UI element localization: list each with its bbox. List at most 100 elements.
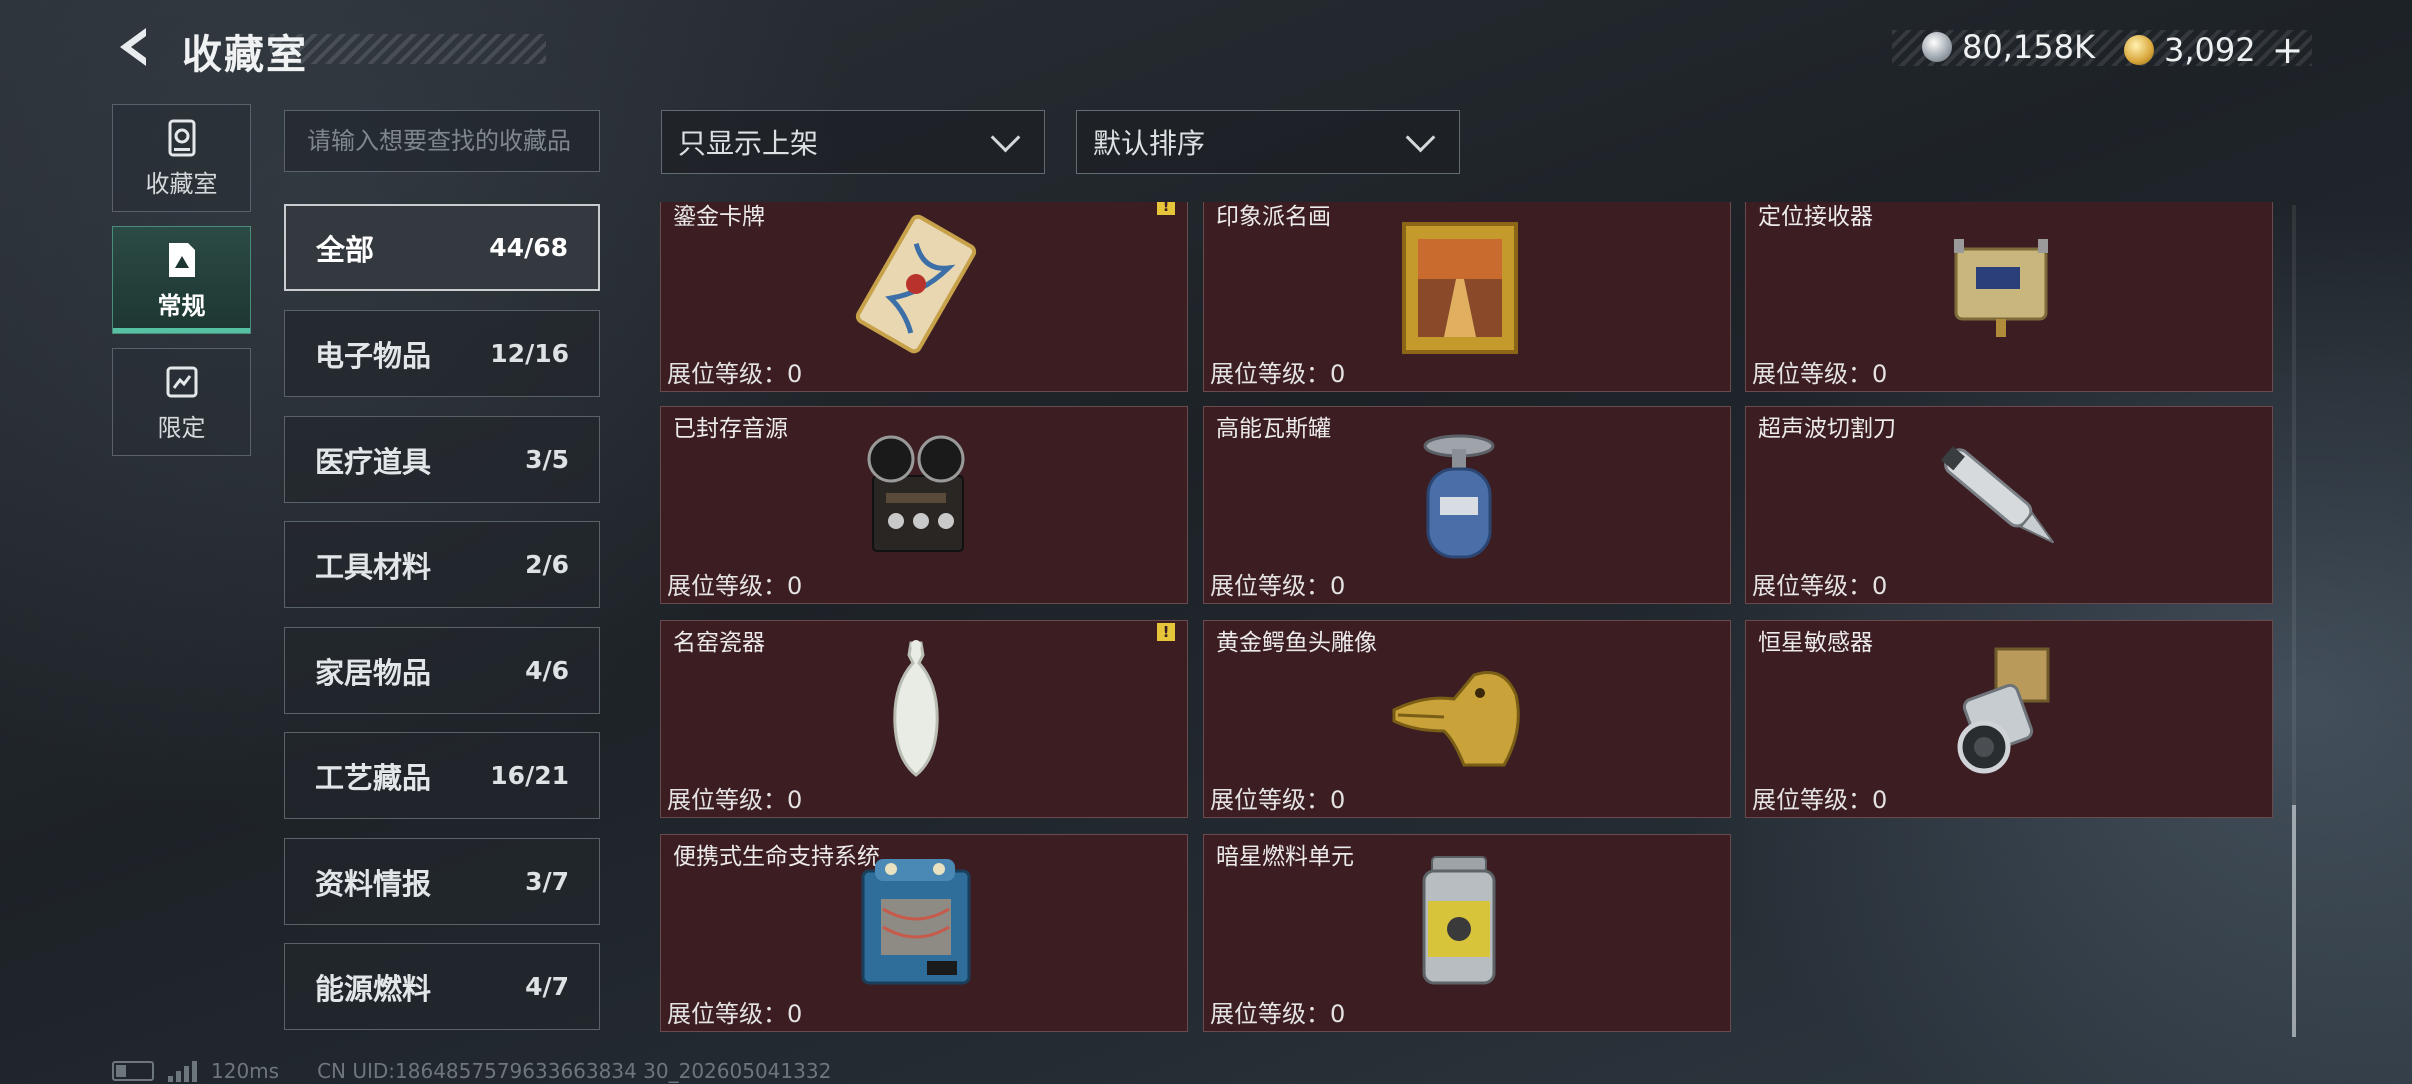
chevron-down-icon — [1405, 122, 1436, 152]
scrollbar-thumb[interactable] — [2292, 805, 2296, 1037]
nav-vault[interactable]: 收藏室 — [112, 104, 251, 212]
search-input[interactable] — [284, 110, 600, 172]
gilded-card-icon — [855, 214, 977, 354]
signal-icon — [168, 1060, 197, 1082]
booth-level: 展位等级：0 — [1210, 1000, 1346, 1028]
status-footer: 120ms CN UID:1864857579633663834 30_2026… — [112, 1058, 831, 1084]
subcategory-count: 3/7 — [525, 867, 569, 896]
title-decoration — [270, 34, 546, 64]
item-name: 定位接收器 — [1758, 204, 1873, 230]
dropdown-value: 默认排序 — [1093, 127, 1206, 160]
subcategory-intel[interactable]: 资料情报 3/7 — [284, 838, 600, 925]
silver-currency: 80,158K — [1922, 28, 2095, 66]
subcategory-electronics[interactable]: 电子物品 12/16 — [284, 310, 600, 397]
booth-level: 展位等级：0 — [667, 572, 803, 600]
fuel-cell-icon — [1422, 856, 1496, 985]
positioning-receiver-icon — [1954, 239, 2048, 337]
sort-order-dropdown[interactable]: 默认排序 — [1076, 110, 1460, 174]
item-name: 高能瓦斯罐 — [1216, 416, 1331, 442]
subcategory-energy[interactable]: 能源燃料 4/7 — [284, 943, 600, 1030]
item-card[interactable]: 定位接收器 展位等级：0 — [1745, 202, 2273, 392]
shelf-filter-dropdown[interactable]: 只显示上架 — [661, 110, 1045, 174]
subcategory-count: 3/5 — [525, 445, 569, 474]
subcategory-name: 医疗道具 — [315, 444, 432, 479]
subcategory-count: 2/6 — [525, 550, 569, 579]
chevron-down-icon — [990, 122, 1021, 152]
booth-level: 展位等级：0 — [1752, 786, 1888, 814]
subcategory-name: 资料情报 — [315, 866, 432, 901]
gold-coin-icon — [2124, 35, 2154, 65]
item-name: 鎏金卡牌 — [673, 204, 765, 230]
silver-coin-icon — [1922, 32, 1952, 62]
booth-level: 展位等级：0 — [1752, 572, 1888, 600]
header-bar: 收藏室 80,158K 3,092 + — [0, 0, 2412, 100]
add-currency-button[interactable]: + — [2272, 28, 2304, 72]
item-card[interactable]: 黄金鳄鱼头雕像 展位等级：0 — [1203, 620, 1731, 818]
battery-icon — [112, 1061, 154, 1081]
subcategory-medical[interactable]: 医疗道具 3/5 — [284, 416, 600, 503]
subcategory-count: 44/68 — [489, 233, 568, 262]
item-name: 超声波切割刀 — [1758, 416, 1896, 442]
nav-label: 收藏室 — [145, 169, 218, 198]
framed-painting-icon — [1402, 222, 1518, 354]
subcategory-count: 4/7 — [525, 972, 569, 1001]
booth-level: 展位等级：0 — [667, 786, 803, 814]
subcategory-count: 16/21 — [490, 761, 569, 790]
nav-limited[interactable]: 限定 — [112, 348, 251, 456]
item-card[interactable]: 已封存音源 展位等级：0 — [660, 406, 1188, 604]
porcelain-vase-icon — [893, 640, 939, 777]
nav-label: 常规 — [157, 291, 206, 320]
subcategory-crafts[interactable]: 工艺藏品 16/21 — [284, 732, 600, 819]
life-support-system-icon — [861, 859, 971, 985]
dropdown-value: 只显示上架 — [678, 127, 819, 160]
subcategory-name: 家居物品 — [315, 655, 432, 690]
gold-amount: 3,092 — [2164, 31, 2256, 69]
booth-level: 展位等级：0 — [1210, 360, 1346, 388]
subcategory-tools[interactable]: 工具材料 2/6 — [284, 521, 600, 608]
booth-level: 展位等级：0 — [667, 360, 803, 388]
subcategory-name: 电子物品 — [315, 338, 432, 373]
star-sensor-icon — [1957, 647, 2050, 774]
booth-level: 展位等级：0 — [667, 1000, 803, 1028]
item-name: 黄金鳄鱼头雕像 — [1216, 630, 1377, 656]
collection-grid: 鎏金卡牌 ! 展位等级：0 印象派名画 展位等级：0 定位接收器 展位等级：0 … — [660, 202, 2280, 1035]
nav-regular[interactable]: 常规 — [112, 226, 251, 334]
subcategory-name: 工具材料 — [315, 549, 432, 584]
warning-icon: ! — [1157, 202, 1175, 215]
subcategory-household[interactable]: 家居物品 4/6 — [284, 627, 600, 714]
vault-icon — [168, 119, 195, 156]
limited-ticket-icon — [166, 366, 197, 397]
item-name: 暗星燃料单元 — [1216, 844, 1354, 870]
booth-level: 展位等级：0 — [1752, 360, 1888, 388]
tape-recorder-icon — [867, 435, 965, 552]
item-card[interactable]: 名窑瓷器 ! 展位等级：0 — [660, 620, 1188, 818]
gas-canister-icon — [1423, 434, 1495, 559]
ultrasonic-blade-icon — [1941, 446, 2055, 544]
subcategory-count: 4/6 — [525, 656, 569, 685]
regular-card-icon — [168, 242, 195, 277]
subcategory-name: 能源燃料 — [315, 971, 432, 1006]
subcategory-name: 工艺藏品 — [315, 760, 432, 795]
page-title: 收藏室 — [182, 32, 308, 78]
item-name: 已封存音源 — [673, 416, 788, 442]
item-card[interactable]: 印象派名画 展位等级：0 — [1203, 202, 1731, 392]
booth-level: 展位等级：0 — [1210, 786, 1346, 814]
item-name: 名窑瓷器 — [673, 630, 765, 656]
nav-label: 限定 — [157, 413, 206, 442]
uid-text: CN UID:1864857579633663834 30_2026050413… — [317, 1059, 832, 1083]
booth-level: 展位等级：0 — [1210, 572, 1346, 600]
subcategory-name: 全部 — [316, 232, 375, 267]
gold-currency: 3,092 + — [2124, 28, 2303, 72]
item-name: 恒星敏感器 — [1758, 630, 1873, 656]
item-card[interactable]: 超声波切割刀 展位等级：0 — [1745, 406, 2273, 604]
item-card[interactable]: 高能瓦斯罐 展位等级：0 — [1203, 406, 1731, 604]
item-name: 印象派名画 — [1216, 204, 1331, 230]
back-arrow-icon — [120, 28, 146, 66]
subcategory-all[interactable]: 全部 44/68 — [284, 204, 600, 291]
back-button[interactable] — [112, 24, 158, 70]
item-card[interactable]: 恒星敏感器 展位等级：0 — [1745, 620, 2273, 818]
golden-crocodile-statue-icon — [1392, 671, 1520, 767]
item-card[interactable]: 鎏金卡牌 ! 展位等级：0 — [660, 202, 1188, 392]
item-card[interactable]: 便携式生命支持系统 展位等级：0 — [660, 834, 1188, 1032]
item-card[interactable]: 暗星燃料单元 展位等级：0 — [1203, 834, 1731, 1032]
